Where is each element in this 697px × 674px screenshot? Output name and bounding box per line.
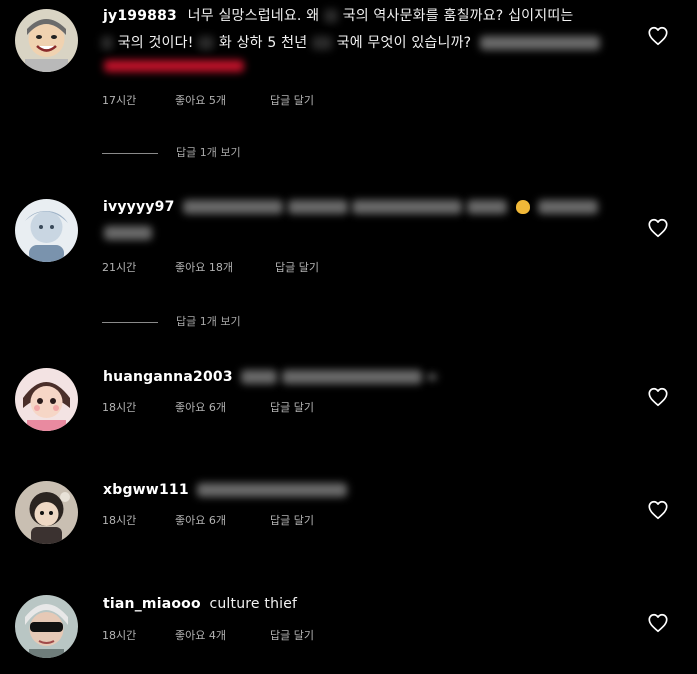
- heart-outline-icon[interactable]: [647, 612, 669, 634]
- redacted-text: [101, 36, 113, 50]
- comment-text-line-2: 국의 것이다! 화 상하 5 천년 국에 무엇이 있습니까?: [101, 32, 600, 54]
- likes-count[interactable]: 좋아요 6개: [175, 399, 226, 415]
- avatar-image: [15, 481, 78, 544]
- comment-text-line-1: tian_miaooo culture thief: [103, 593, 297, 615]
- comment-text: 국의 역사문화를 훔칠까요? 십이지띠는: [342, 8, 574, 24]
- reply-button[interactable]: 답글 달기: [270, 627, 314, 643]
- likes-count[interactable]: 좋아요 5개: [175, 92, 226, 108]
- heart-outline-icon[interactable]: [647, 499, 669, 521]
- avatar[interactable]: [15, 368, 78, 431]
- comment-text-line-1: jy199883 너무 실망스럽네요. 왜 국의 역사문화를 훔칠까요? 십이지…: [103, 5, 574, 27]
- divider: [102, 321, 158, 323]
- redacted-text: [426, 374, 437, 380]
- view-replies-label: 답글 1개 보기: [176, 315, 241, 328]
- redacted-text: [352, 200, 463, 214]
- avatar[interactable]: [15, 9, 78, 72]
- reply-button[interactable]: 답글 달기: [270, 399, 314, 415]
- comment-text-line-1: xbgww111: [103, 479, 348, 501]
- redacted-text: [311, 36, 332, 50]
- comment-text: 국에 무엇이 있습니까?: [336, 35, 472, 51]
- heart-outline-icon[interactable]: [647, 386, 669, 408]
- avatar-image: [15, 9, 78, 72]
- comment-text: 화 상하 5 천년: [218, 35, 308, 51]
- heart-outline-icon[interactable]: [647, 217, 669, 239]
- likes-count[interactable]: 좋아요 6개: [175, 512, 226, 528]
- username[interactable]: ivyyyy97: [103, 199, 175, 215]
- redacted-text: [198, 36, 215, 50]
- username[interactable]: tian_miaooo: [103, 596, 201, 612]
- redacted-text: [183, 200, 284, 214]
- avatar[interactable]: [15, 199, 78, 262]
- comment-text: 국의 것이다!: [117, 35, 194, 51]
- likes-count[interactable]: 좋아요 4개: [175, 627, 226, 643]
- view-replies-button[interactable]: 답글 1개 보기: [102, 313, 241, 329]
- comment-text: culture thief: [209, 596, 298, 612]
- timestamp: 18시간: [102, 514, 137, 527]
- username[interactable]: huanganna2003: [103, 369, 233, 385]
- view-replies-button[interactable]: 답글 1개 보기: [102, 144, 241, 160]
- avatar[interactable]: [15, 595, 78, 658]
- redacted-text: [538, 200, 599, 214]
- redacted-text: [287, 200, 348, 214]
- timestamp: 21시간: [102, 261, 137, 274]
- comment-text-line-1: ivyyyy97: [103, 196, 599, 218]
- reply-button[interactable]: 답글 달기: [270, 512, 314, 528]
- redacted-text: [323, 9, 338, 23]
- redacted-text: [467, 200, 508, 214]
- reply-button[interactable]: 답글 달기: [275, 259, 319, 275]
- avatar-image: [15, 368, 78, 431]
- reply-button[interactable]: 답글 달기: [270, 92, 314, 108]
- username[interactable]: jy199883: [103, 8, 177, 24]
- redacted-text: [104, 60, 244, 72]
- redacted-text: [104, 226, 152, 240]
- comment-text: 너무 실망스럽네요. 왜: [187, 8, 320, 24]
- username[interactable]: xbgww111: [103, 482, 189, 498]
- redacted-text: [197, 483, 348, 497]
- comment-text-line-1: huanganna2003: [103, 366, 437, 388]
- timestamp: 18시간: [102, 401, 137, 414]
- redacted-text: [282, 370, 423, 384]
- view-replies-label: 답글 1개 보기: [176, 146, 241, 159]
- redacted-text: [241, 370, 278, 384]
- avatar-image: [15, 199, 78, 262]
- ok-hand-emoji-icon: [515, 200, 530, 214]
- avatar[interactable]: [15, 481, 78, 544]
- divider: [102, 152, 158, 154]
- heart-outline-icon[interactable]: [647, 25, 669, 47]
- likes-count[interactable]: 좋아요 18개: [175, 259, 233, 275]
- timestamp: 18시간: [102, 629, 137, 642]
- redacted-text: [479, 36, 600, 50]
- timestamp: 17시간: [102, 94, 137, 107]
- avatar-image: [15, 595, 78, 658]
